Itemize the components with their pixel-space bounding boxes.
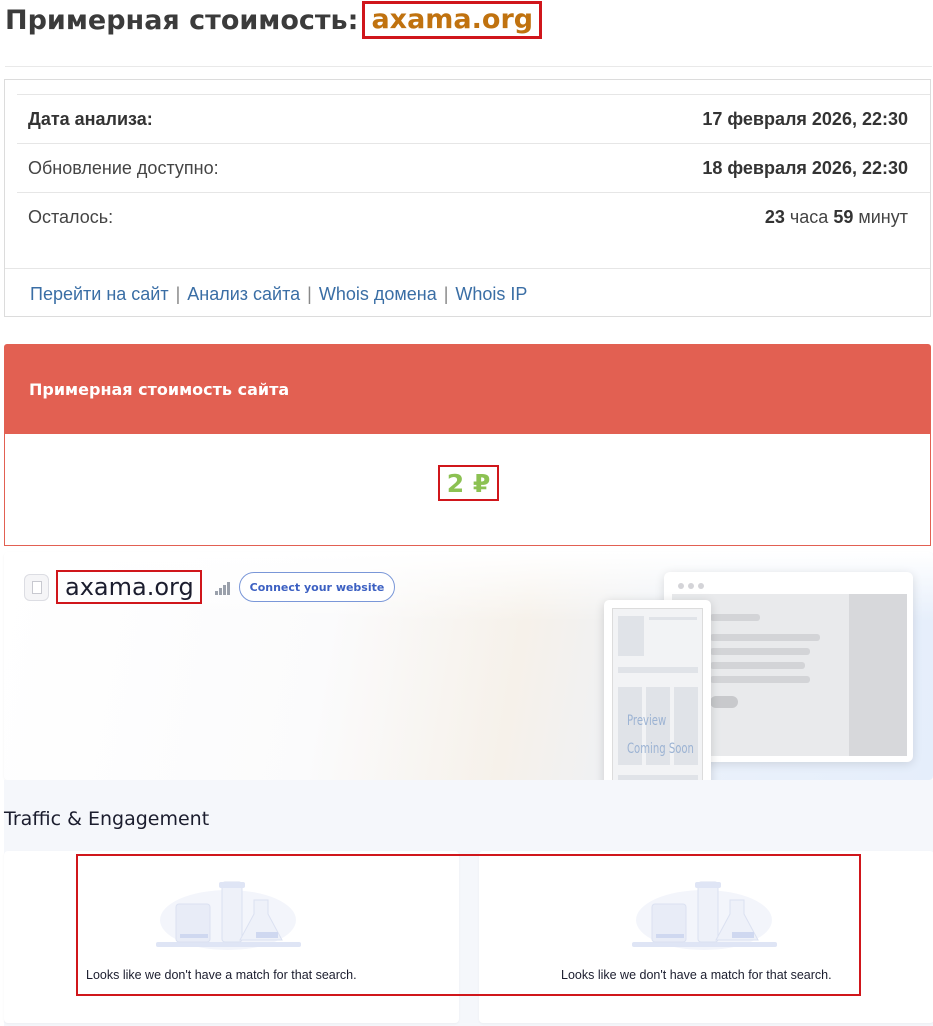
price-heading: Примерная стоимость сайта bbox=[4, 344, 931, 434]
preview-line: Coming Soon bbox=[627, 741, 694, 757]
info-label: Осталось: bbox=[28, 207, 114, 227]
link-separator: | bbox=[443, 283, 449, 304]
remaining-minutes: 59 bbox=[833, 207, 854, 227]
link-separator: | bbox=[307, 283, 312, 304]
link-separator: | bbox=[175, 283, 181, 304]
page-title: Примерная стоимость: axama.org bbox=[5, 0, 543, 40]
signal-bars-icon bbox=[215, 581, 231, 595]
preview-line: Preview bbox=[627, 713, 667, 729]
remaining-minutes-word: минут bbox=[858, 207, 908, 227]
site-name: axama.org bbox=[56, 570, 202, 604]
traffic-engagement-title: Traffic & Engagement bbox=[4, 808, 210, 830]
price-panel: 2 ₽ bbox=[4, 434, 931, 546]
connect-website-button[interactable]: Connect your website bbox=[239, 572, 395, 602]
remaining-hours-word: часа bbox=[789, 207, 829, 227]
info-label: Дата анализа: bbox=[28, 109, 153, 129]
page-icon bbox=[24, 574, 49, 601]
link-site-analysis[interactable]: Анализ сайта bbox=[187, 284, 300, 305]
site-overview-card: axama.org Connect your website Preview C… bbox=[4, 552, 933, 780]
highlight-box bbox=[76, 854, 861, 996]
site-links: Перейти на сайт | Анализ сайта | Whois д… bbox=[5, 268, 930, 319]
price-value: 2 ₽ bbox=[438, 465, 499, 501]
remaining-hours: 23 bbox=[764, 207, 785, 227]
link-whois-ip[interactable]: Whois IP bbox=[455, 284, 527, 305]
info-row-update-available: Обновление доступно: 18 февраля 2026, 22… bbox=[17, 143, 930, 193]
info-row-analysis-date: Дата анализа: 17 февраля 2026, 22:30 bbox=[17, 94, 930, 144]
info-label: Обновление доступно: bbox=[28, 158, 219, 178]
divider bbox=[5, 66, 932, 67]
analysis-info-panel: Дата анализа: 17 февраля 2026, 22:30 Обн… bbox=[4, 79, 931, 317]
info-value: 18 февраля 2026, 22:30 bbox=[702, 158, 908, 178]
preview-coming-soon-text: Preview Coming Soon bbox=[627, 707, 694, 763]
link-whois-domain[interactable]: Whois домена bbox=[319, 284, 437, 305]
mobile-preview-illustration: Preview Coming Soon bbox=[604, 600, 711, 780]
info-value: 17 февраля 2026, 22:30 bbox=[702, 109, 908, 129]
remaining-time: 23 часа 59 минут bbox=[765, 207, 930, 228]
info-row-remaining: Осталось: 23 часа 59 минут bbox=[17, 192, 930, 242]
page-title-prefix: Примерная стоимость: bbox=[5, 4, 359, 36]
link-go-to-site[interactable]: Перейти на сайт bbox=[30, 284, 169, 305]
page-title-domain: axama.org bbox=[362, 1, 543, 39]
